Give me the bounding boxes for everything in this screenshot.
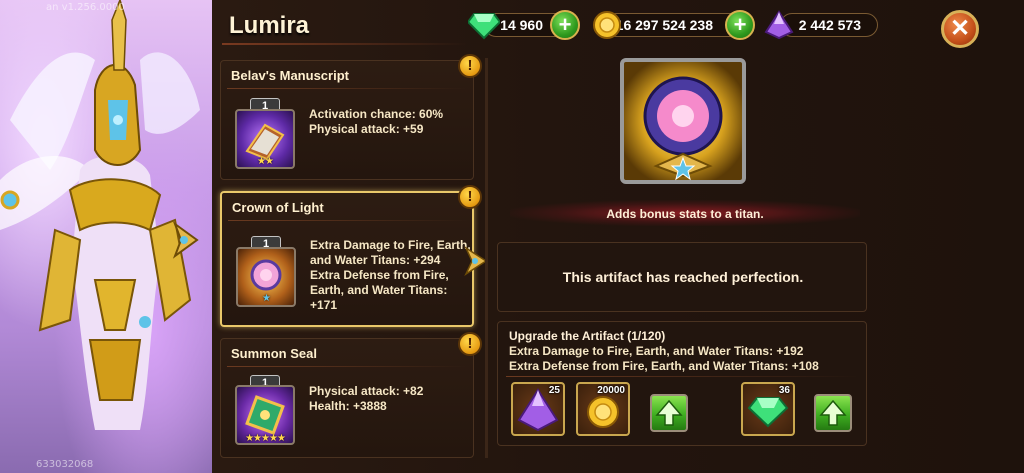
purple-crystal-icon — [764, 10, 794, 40]
close-button[interactable]: ✕ — [941, 10, 979, 48]
status-box: This artifact has reached perfection. — [497, 242, 867, 312]
upgrade-alert-icon[interactable]: ! — [458, 54, 482, 78]
stat-line: Physical attack: +82 — [309, 384, 424, 398]
star-rating: ★ — [262, 293, 271, 304]
emerald-amount: 14 960 — [500, 17, 543, 33]
upgrade-panel: Upgrade the Artifact (1/120) Extra Damag… — [497, 321, 867, 446]
artifact-name: Summon Seal — [231, 346, 317, 361]
stat-line: Activation chance: 60% — [309, 107, 444, 121]
add-emeralds-button[interactable]: + — [550, 10, 580, 40]
arrow-up-icon — [819, 399, 847, 426]
card-divider — [227, 366, 467, 367]
upgrade-alert-icon[interactable]: ! — [458, 185, 482, 209]
perfection-status: This artifact has reached perfection. — [562, 269, 804, 285]
star-rating: ★★★★★ — [245, 433, 286, 444]
upgrade-divider — [506, 376, 860, 377]
titan-potion-counter: 2 442 573 — [780, 13, 878, 37]
titan-potion-amount: 2 442 573 — [798, 17, 861, 33]
artifact-stats: Extra Damage to Fire, Earth, and Water T… — [310, 238, 471, 313]
artifact-name: Crown of Light — [232, 200, 324, 215]
gold-amount: 16 297 524 238 — [615, 17, 713, 33]
resource-slot-emerald: 36 — [741, 382, 795, 436]
resource-slot-crystal: 25 — [511, 382, 565, 436]
card-divider — [227, 88, 467, 89]
resource-slot-gold: 20000 — [576, 382, 630, 436]
resource-count: 36 — [778, 385, 790, 396]
stat-line: Extra Defense from Fire, — [310, 268, 449, 282]
gold-coin-icon — [593, 11, 621, 39]
arrow-up-icon — [655, 399, 683, 426]
emerald-icon — [468, 13, 500, 40]
stat-line: Extra Damage to Fire, Earth, — [310, 238, 471, 252]
card-divider — [228, 220, 468, 221]
upgrade-stat-line: Extra Defense from Fire, Earth, and Wate… — [509, 359, 819, 373]
upgrade-emerald-button[interactable] — [814, 394, 852, 432]
crown-of-light-large-icon — [620, 58, 746, 184]
artifact-card-belavs-manuscript[interactable]: Belav's Manuscript 1 ★★ Activation chanc… — [220, 60, 474, 180]
artifact-stats: Physical attack: +82 Health: +3888 — [309, 384, 423, 414]
stat-line: +171 — [310, 298, 338, 312]
resource-count: 25 — [548, 385, 560, 396]
artifact-stats: Activation chance: 60% Physical attack: … — [309, 107, 443, 137]
upgrade-gold-button[interactable] — [650, 394, 688, 432]
stat-line: and Water Titans: +294 — [310, 253, 441, 267]
stat-line: Health: +3888 — [309, 399, 387, 413]
hero-name-title: Lumira — [229, 12, 310, 39]
player-id-label: 633032068 — [36, 459, 94, 470]
title-divider — [222, 43, 467, 45]
star-rating: ★★ — [257, 156, 274, 167]
artifact-name: Belav's Manuscript — [231, 68, 349, 83]
add-gold-button[interactable]: + — [725, 10, 755, 40]
list-scrollbar[interactable] — [485, 58, 488, 458]
upgrade-title: Upgrade the Artifact (1/120) — [509, 329, 666, 343]
artifact-card-crown-of-light[interactable]: Crown of Light 1 ★ Extra Damage to Fire,… — [220, 191, 474, 327]
resource-count: 20000 — [597, 385, 625, 396]
stat-line: Physical attack: +59 — [309, 122, 424, 136]
stat-line: Earth, and Water Titans: — [310, 283, 448, 297]
upgrade-stat-line: Extra Damage to Fire, Earth, and Water T… — [509, 344, 804, 358]
version-label: an v1.256.0000 — [46, 2, 125, 13]
artifact-description: Adds bonus stats to a titan. — [606, 207, 764, 221]
hero-switch-arrow-icon[interactable] — [171, 220, 201, 260]
upgrade-alert-icon[interactable]: ! — [458, 332, 482, 356]
artifact-card-summon-seal[interactable]: Summon Seal 1 ★★★★★ Physical attack: +82… — [220, 338, 474, 458]
